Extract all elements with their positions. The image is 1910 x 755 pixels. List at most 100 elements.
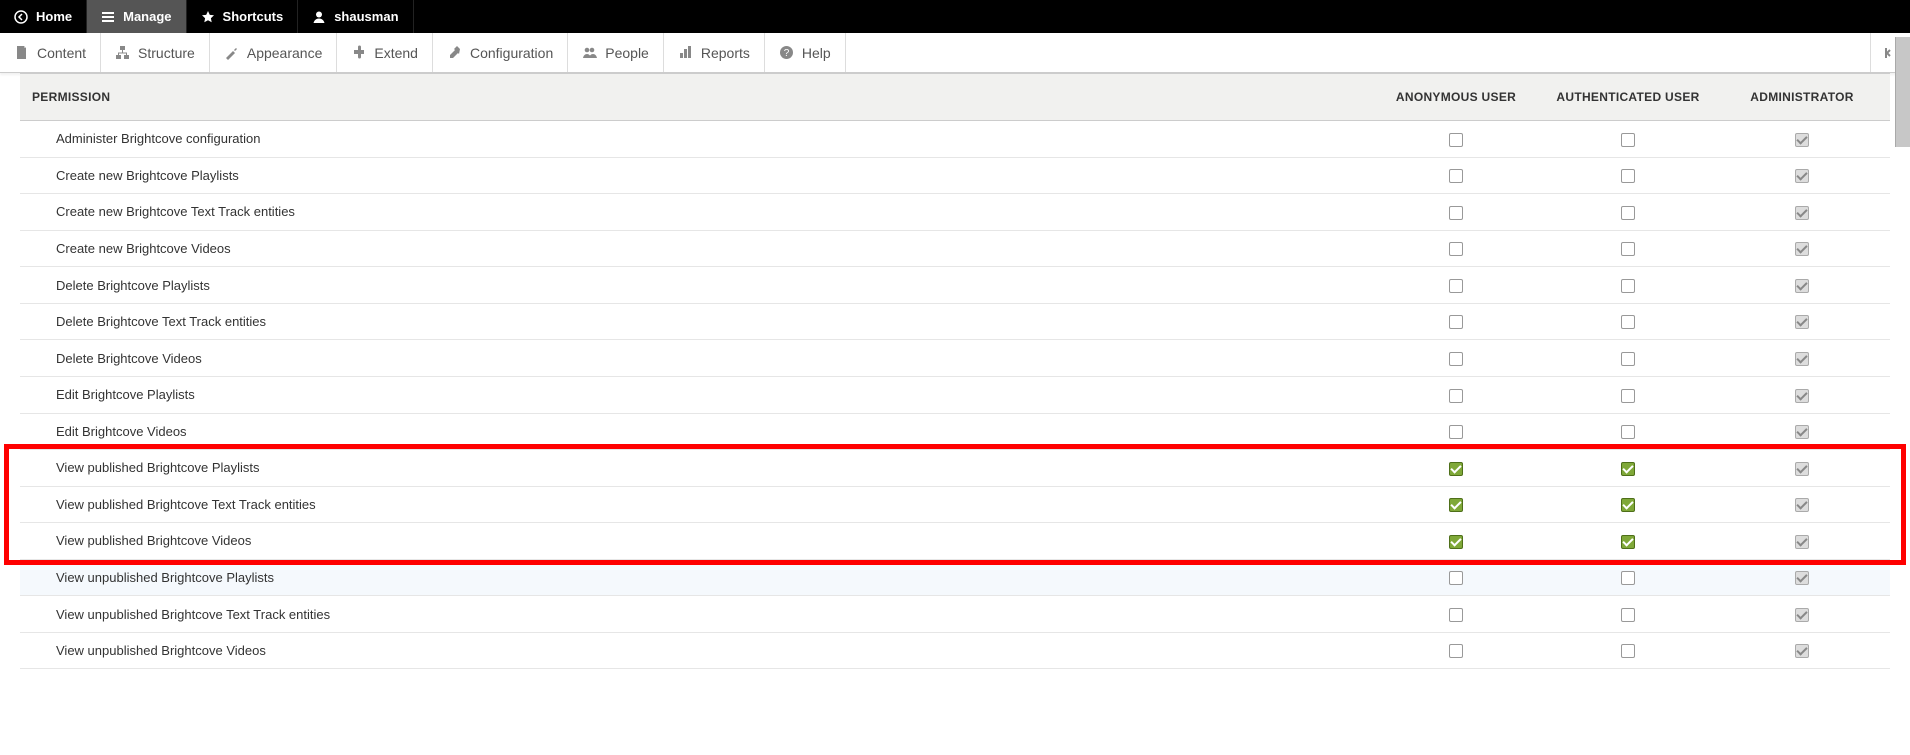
checkbox-locked — [1795, 608, 1809, 622]
menu-people-label: People — [605, 45, 649, 61]
permission-cell — [1370, 230, 1542, 267]
permission-cell — [1542, 121, 1714, 158]
menu-icon — [101, 10, 115, 24]
permission-label: View published Brightcove Text Track ent… — [20, 486, 1370, 523]
permission-cell — [1542, 157, 1714, 194]
checkbox-locked — [1795, 498, 1809, 512]
menu-appearance-label: Appearance — [247, 45, 323, 61]
scrollbar[interactable] — [1895, 37, 1910, 147]
checkbox[interactable] — [1621, 389, 1635, 403]
checkbox[interactable] — [1449, 498, 1463, 512]
permission-cell — [1714, 486, 1890, 523]
permission-cell — [1370, 267, 1542, 304]
checkbox[interactable] — [1449, 169, 1463, 183]
permission-cell — [1714, 523, 1890, 560]
checkbox[interactable] — [1621, 608, 1635, 622]
help-icon: ? — [779, 45, 794, 60]
toolbar-manage[interactable]: Manage — [87, 0, 186, 33]
table-row: View published Brightcove Videos — [20, 523, 1890, 560]
checkbox-locked — [1795, 315, 1809, 329]
menu-appearance[interactable]: Appearance — [210, 33, 338, 72]
permission-label: View published Brightcove Videos — [20, 523, 1370, 560]
configuration-icon — [447, 45, 462, 60]
permission-label: Delete Brightcove Playlists — [20, 267, 1370, 304]
toolbar-manage-label: Manage — [123, 9, 171, 24]
permission-cell — [1542, 376, 1714, 413]
table-row: Delete Brightcove Playlists — [20, 267, 1890, 304]
permission-cell — [1370, 194, 1542, 231]
user-icon — [312, 10, 326, 24]
menu-content[interactable]: Content — [0, 33, 101, 72]
checkbox[interactable] — [1449, 352, 1463, 366]
menu-structure-label: Structure — [138, 45, 195, 61]
table-row: Delete Brightcove Videos — [20, 340, 1890, 377]
menu-extend-label: Extend — [374, 45, 418, 61]
checkbox[interactable] — [1449, 389, 1463, 403]
menu-configuration[interactable]: Configuration — [433, 33, 568, 72]
table-row: Edit Brightcove Videos — [20, 413, 1890, 450]
checkbox[interactable] — [1621, 425, 1635, 439]
permission-label: Edit Brightcove Videos — [20, 413, 1370, 450]
content-icon — [14, 45, 29, 60]
people-icon — [582, 45, 597, 60]
checkbox[interactable] — [1621, 535, 1635, 549]
toolbar-home[interactable]: Home — [0, 0, 87, 33]
checkbox[interactable] — [1621, 242, 1635, 256]
permission-label: View published Brightcove Playlists — [20, 450, 1370, 487]
structure-icon — [115, 45, 130, 60]
menu-people[interactable]: People — [568, 33, 664, 72]
col-authenticated: Authenticated user — [1542, 74, 1714, 121]
checkbox[interactable] — [1621, 279, 1635, 293]
permission-cell — [1714, 303, 1890, 340]
toolbar-shortcuts-label: Shortcuts — [223, 9, 284, 24]
checkbox-locked — [1795, 169, 1809, 183]
table-row: Create new Brightcove Videos — [20, 230, 1890, 267]
table-row: View unpublished Brightcove Playlists — [20, 559, 1890, 596]
menu-help[interactable]: ? Help — [765, 33, 846, 72]
checkbox[interactable] — [1449, 535, 1463, 549]
checkbox-locked — [1795, 425, 1809, 439]
checkbox[interactable] — [1449, 571, 1463, 585]
checkbox[interactable] — [1449, 315, 1463, 329]
checkbox[interactable] — [1621, 206, 1635, 220]
checkbox[interactable] — [1449, 462, 1463, 476]
checkbox[interactable] — [1449, 608, 1463, 622]
menu-structure[interactable]: Structure — [101, 33, 210, 72]
checkbox[interactable] — [1621, 571, 1635, 585]
col-anonymous: Anonymous user — [1370, 74, 1542, 121]
checkbox[interactable] — [1449, 242, 1463, 256]
checkbox[interactable] — [1449, 133, 1463, 147]
table-row: View unpublished Brightcove Videos — [20, 632, 1890, 669]
checkbox[interactable] — [1621, 133, 1635, 147]
collapse-icon — [1880, 45, 1896, 61]
checkbox[interactable] — [1621, 169, 1635, 183]
permission-cell — [1542, 632, 1714, 669]
checkbox[interactable] — [1449, 425, 1463, 439]
permission-label: View unpublished Brightcove Text Track e… — [20, 596, 1370, 633]
permission-cell — [1542, 267, 1714, 304]
checkbox[interactable] — [1621, 462, 1635, 476]
checkbox[interactable] — [1621, 315, 1635, 329]
permission-label: Create new Brightcove Text Track entitie… — [20, 194, 1370, 231]
appearance-icon — [224, 45, 239, 60]
checkbox-locked — [1795, 462, 1809, 476]
checkbox[interactable] — [1449, 206, 1463, 220]
checkbox[interactable] — [1449, 279, 1463, 293]
permissions-table-wrap: Permission Anonymous user Authenticated … — [20, 73, 1890, 669]
checkbox-locked — [1795, 279, 1809, 293]
checkbox[interactable] — [1621, 644, 1635, 658]
permission-label: View unpublished Brightcove Videos — [20, 632, 1370, 669]
menu-reports[interactable]: Reports — [664, 33, 765, 72]
toolbar-home-label: Home — [36, 9, 72, 24]
menu-extend[interactable]: Extend — [337, 33, 433, 72]
checkbox[interactable] — [1621, 352, 1635, 366]
checkbox[interactable] — [1621, 498, 1635, 512]
checkbox[interactable] — [1449, 644, 1463, 658]
toolbar-user[interactable]: shausman — [298, 0, 413, 33]
toolbar-shortcuts[interactable]: Shortcuts — [187, 0, 299, 33]
back-icon — [14, 10, 28, 24]
table-row: Administer Brightcove configuration — [20, 121, 1890, 158]
permission-cell — [1542, 340, 1714, 377]
permission-cell — [1542, 523, 1714, 560]
menu-help-label: Help — [802, 45, 831, 61]
